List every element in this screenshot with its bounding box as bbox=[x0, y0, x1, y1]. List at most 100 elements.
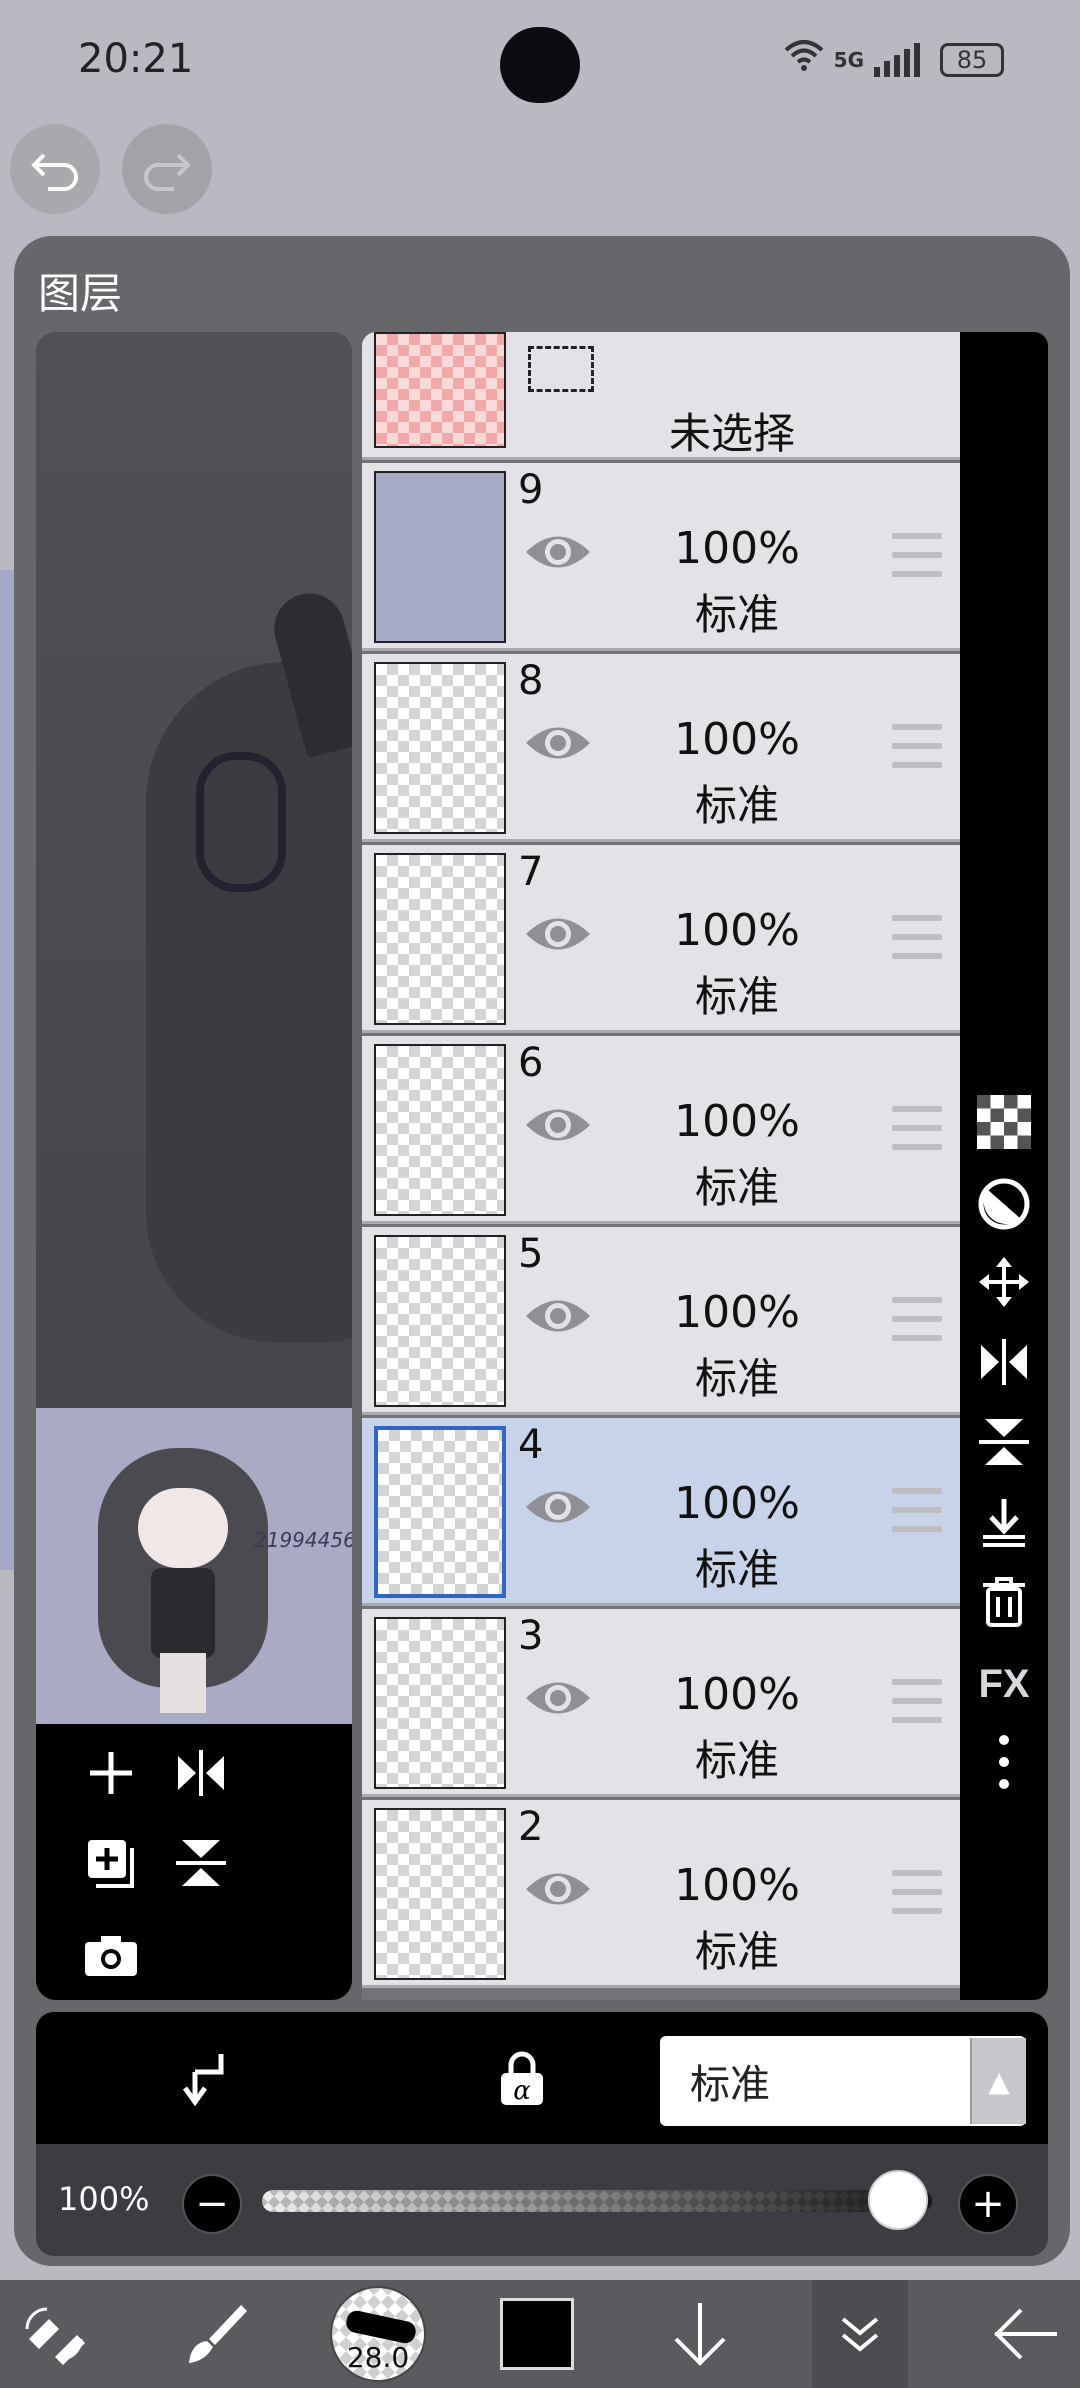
drag-handle-icon[interactable] bbox=[892, 915, 942, 959]
drag-handle-icon[interactable] bbox=[892, 1297, 942, 1341]
layer-thumbnail bbox=[374, 1808, 506, 1980]
add-layer-button[interactable] bbox=[76, 1738, 146, 1808]
layer-blend-mode: 标准 bbox=[694, 1545, 779, 1594]
visibility-toggle[interactable] bbox=[522, 1482, 594, 1542]
eye-icon bbox=[526, 1300, 590, 1332]
drag-handle-icon[interactable] bbox=[892, 1870, 942, 1914]
canvas-preview: 219944566 bbox=[36, 332, 352, 2000]
visibility-toggle[interactable] bbox=[522, 909, 594, 969]
canvas-thumbnail[interactable]: 219944566 bbox=[36, 1408, 352, 1724]
visibility-toggle[interactable] bbox=[522, 1100, 594, 1160]
chevron-double-down-icon bbox=[841, 2317, 879, 2352]
layer-opacity: 100% bbox=[674, 1669, 800, 1720]
move-icon bbox=[979, 1257, 1029, 1307]
eye-icon bbox=[526, 918, 590, 950]
drag-handle-icon[interactable] bbox=[892, 724, 942, 768]
flip-horizontal-button[interactable] bbox=[166, 1738, 236, 1808]
brush-icon bbox=[189, 2305, 247, 2363]
mirror-vertical-button[interactable] bbox=[974, 1412, 1034, 1472]
layer-row[interactable]: 8 100% 标准 bbox=[362, 654, 960, 842]
brush-tool-button[interactable] bbox=[176, 2280, 256, 2388]
invert-button[interactable] bbox=[974, 1174, 1034, 1234]
more-options-button[interactable] bbox=[974, 1732, 1034, 1792]
blend-mode-select[interactable]: 标准 ▲ bbox=[660, 2036, 1026, 2126]
alpha-lock-icon: α bbox=[501, 2051, 543, 2106]
visibility-toggle[interactable] bbox=[522, 1291, 594, 1351]
layer-number: 4 bbox=[518, 1422, 544, 1468]
visibility-toggle[interactable] bbox=[522, 1673, 594, 1733]
layer-number: 9 bbox=[518, 467, 544, 513]
visibility-toggle[interactable] bbox=[522, 1864, 594, 1924]
camera-import-button[interactable] bbox=[76, 1920, 146, 1990]
delete-layer-button[interactable] bbox=[974, 1572, 1034, 1632]
flip-horizontal-icon bbox=[178, 1750, 224, 1796]
merge-down-button[interactable] bbox=[974, 1492, 1034, 1552]
visibility-toggle[interactable] bbox=[522, 527, 594, 587]
layer-list[interactable]: 未选择 9 100% 标准 8 100% 标准 7 100% 标准 6 100% 标准 5 100% 标准 4… bbox=[362, 332, 960, 2000]
signal-icon bbox=[874, 42, 920, 77]
layer-number: 7 bbox=[518, 849, 544, 895]
drag-handle-icon[interactable] bbox=[892, 1106, 942, 1150]
eye-icon bbox=[526, 536, 590, 568]
layer-row[interactable]: 2 100% 标准 bbox=[362, 1800, 960, 1988]
color-swatch-button[interactable] bbox=[500, 2298, 574, 2370]
layer-number: 5 bbox=[518, 1231, 544, 1277]
layers-button[interactable] bbox=[812, 2280, 908, 2388]
layer-thumbnail bbox=[374, 853, 506, 1025]
layer-down-button[interactable] bbox=[660, 2280, 740, 2388]
opacity-control: 100% − + bbox=[36, 2144, 1048, 2256]
transparency-lock-button[interactable] bbox=[974, 1092, 1034, 1152]
artist-signature: 219944566 bbox=[254, 1528, 352, 1552]
minus-icon: − bbox=[195, 2181, 229, 2227]
layer-opacity: 100% bbox=[674, 1860, 800, 1911]
opacity-increase-button[interactable]: + bbox=[958, 2174, 1018, 2234]
drag-handle-icon[interactable] bbox=[892, 1488, 942, 1532]
mirror-horizontal-button[interactable] bbox=[974, 1332, 1034, 1392]
opacity-slider-knob[interactable] bbox=[868, 2170, 928, 2230]
layer-panel: 图层 219944566 bbox=[14, 236, 1070, 2266]
move-layer-button[interactable] bbox=[974, 1252, 1034, 1312]
selection-layer[interactable]: 未选择 bbox=[362, 332, 960, 460]
redo-button[interactable] bbox=[122, 124, 212, 214]
triangle-up-icon: ▲ bbox=[970, 2038, 1026, 2124]
fx-button[interactable]: FX bbox=[974, 1654, 1034, 1714]
drag-handle-icon[interactable] bbox=[892, 533, 942, 577]
arrow-down-icon bbox=[674, 2303, 726, 2366]
merge-down-icon bbox=[983, 1499, 1025, 1547]
layer-opacity: 100% bbox=[674, 1096, 800, 1147]
visibility-toggle[interactable] bbox=[522, 718, 594, 778]
brush-preview bbox=[344, 2308, 418, 2346]
drag-handle-icon[interactable] bbox=[892, 1679, 942, 1723]
flip-vertical-button[interactable] bbox=[166, 1828, 236, 1898]
opacity-decrease-button[interactable]: − bbox=[182, 2174, 242, 2234]
layer-row[interactable]: 9 100% 标准 bbox=[362, 463, 960, 651]
layer-blend-mode: 标准 bbox=[694, 590, 779, 639]
brush-eraser-switch-icon bbox=[25, 2307, 85, 2365]
layer-opacity: 100% bbox=[674, 1478, 800, 1529]
camera-icon bbox=[85, 1936, 137, 1976]
brush-size-button[interactable]: 28.0 bbox=[330, 2286, 426, 2382]
layer-thumbnail bbox=[374, 662, 506, 834]
layer-row[interactable]: 3 100% 标准 bbox=[362, 1609, 960, 1797]
layer-number: 8 bbox=[518, 658, 544, 704]
layer-row[interactable]: 4 100% 标准 bbox=[362, 1418, 960, 1606]
clock: 20:21 bbox=[78, 36, 194, 82]
front-camera bbox=[500, 27, 580, 103]
add-copy-layer-button[interactable] bbox=[76, 1828, 146, 1898]
undo-button[interactable] bbox=[10, 124, 100, 214]
eye-icon bbox=[526, 1109, 590, 1141]
redo-icon bbox=[144, 153, 191, 191]
back-button[interactable] bbox=[986, 2280, 1066, 2388]
layer-row[interactable]: 7 100% 标准 bbox=[362, 845, 960, 1033]
selection-layer-thumbnail bbox=[374, 332, 506, 448]
layer-number: 3 bbox=[518, 1613, 544, 1659]
tool-switch-button[interactable] bbox=[14, 2280, 94, 2388]
bottom-toolbar: 28.0 bbox=[0, 2280, 1080, 2388]
clipping-button[interactable] bbox=[170, 2042, 242, 2114]
flip-vertical-icon bbox=[176, 1840, 226, 1886]
opacity-slider[interactable] bbox=[262, 2170, 932, 2230]
alpha-lock-button[interactable]: α bbox=[486, 2042, 558, 2114]
layer-row[interactable]: 6 100% 标准 bbox=[362, 1036, 960, 1224]
layer-row[interactable]: 5 100% 标准 bbox=[362, 1227, 960, 1415]
panel-title: 图层 bbox=[38, 269, 123, 318]
